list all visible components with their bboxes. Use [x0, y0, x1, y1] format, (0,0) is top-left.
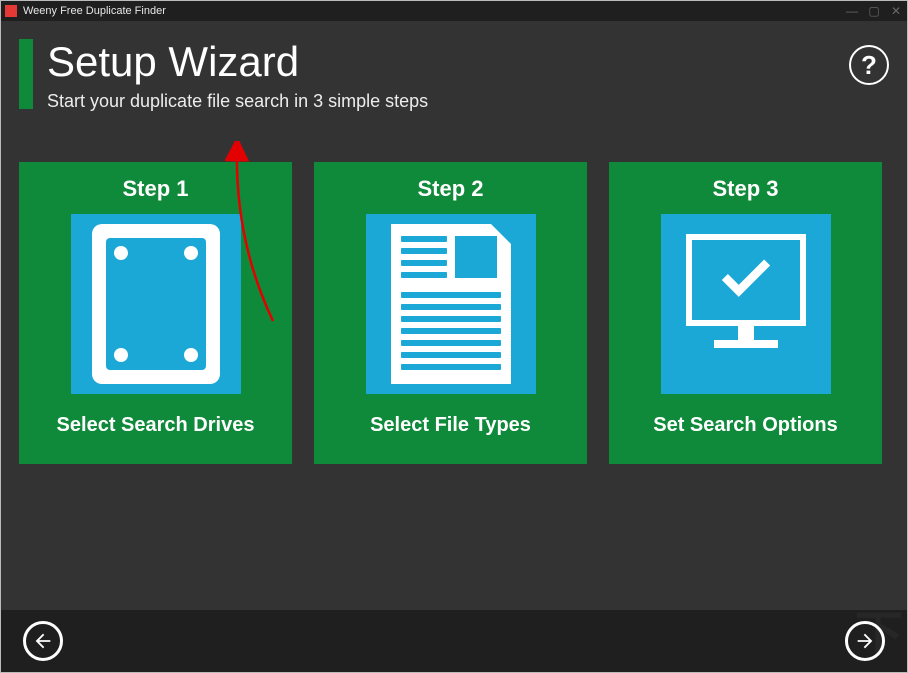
window-title: Weeny Free Duplicate Finder [23, 5, 166, 17]
footer-nav [1, 610, 907, 672]
step-card-1[interactable]: Step 1 Select Search Drives [19, 162, 292, 464]
step-caption: Select File Types [370, 414, 531, 437]
document-icon [391, 224, 511, 384]
titlebar: Weeny Free Duplicate Finder — ▢ ✕ [1, 1, 907, 21]
header-text: Setup Wizard Start your duplicate file s… [47, 39, 849, 112]
maximize-button[interactable]: ▢ [867, 4, 881, 18]
step-label: Step 3 [712, 176, 778, 202]
help-button[interactable]: ? [849, 45, 889, 85]
content-area: Setup Wizard Start your duplicate file s… [1, 21, 907, 672]
help-icon: ? [861, 50, 877, 81]
close-button[interactable]: ✕ [889, 4, 903, 18]
app-icon [5, 5, 17, 17]
step-tile [366, 214, 536, 394]
step-tile [71, 214, 241, 394]
back-button[interactable] [23, 621, 63, 661]
drive-icon [92, 224, 220, 384]
arrow-left-icon [32, 630, 54, 652]
arrow-right-icon [854, 630, 876, 652]
page-title: Setup Wizard [47, 39, 849, 85]
step-card-2[interactable]: Step 2 [314, 162, 587, 464]
monitor-check-icon [676, 234, 816, 374]
step-label: Step 1 [122, 176, 188, 202]
step-card-3[interactable]: Step 3 Set Search Options [609, 162, 882, 464]
step-caption: Set Search Options [653, 414, 838, 437]
step-label: Step 2 [417, 176, 483, 202]
page-subtitle: Start your duplicate file search in 3 si… [47, 91, 849, 112]
header: Setup Wizard Start your duplicate file s… [19, 39, 889, 112]
next-button[interactable] [845, 621, 885, 661]
header-accent-bar [19, 39, 33, 109]
app-window: Weeny Free Duplicate Finder — ▢ ✕ Setup … [0, 0, 908, 673]
step-caption: Select Search Drives [57, 414, 255, 437]
steps-row: Step 1 Select Search Drives Step 2 [19, 162, 889, 464]
minimize-button[interactable]: — [845, 4, 859, 18]
step-tile [661, 214, 831, 394]
